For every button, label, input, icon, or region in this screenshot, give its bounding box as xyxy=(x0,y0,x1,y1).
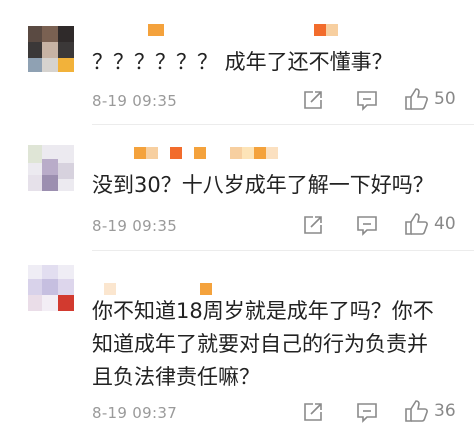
like-button[interactable]: 50 xyxy=(404,87,456,111)
comment-text: 你不知道18周岁就是成年了吗？你不 知道成年了就要对自己的行为负责并 且负法律责… xyxy=(92,295,434,394)
avatar[interactable] xyxy=(28,265,74,311)
timestamp: 8-19 09:35 xyxy=(92,92,178,110)
share-box-arrow-icon xyxy=(304,91,322,109)
like-button[interactable]: 40 xyxy=(404,212,456,236)
comment-text-line: 没到30？十八岁成年了解一下好吗？ xyxy=(92,173,434,197)
comment-text-line: 且负法律责任嘛？ xyxy=(92,365,260,389)
repost-button[interactable] xyxy=(302,89,324,111)
comment-item: ？？？？？？ 成年了还不懂事？ 8-19 09:35 50 xyxy=(0,0,474,124)
like-count: 36 xyxy=(434,401,456,421)
username-pixelated[interactable] xyxy=(104,283,224,295)
share-box-arrow-icon xyxy=(304,403,322,421)
speech-bubble-icon xyxy=(357,216,377,236)
repost-button[interactable] xyxy=(302,401,324,423)
comment-text-line: ？？？？？？ 成年了还不懂事？ xyxy=(92,50,393,74)
speech-bubble-icon xyxy=(357,403,377,423)
comment-text-line: 知道成年了就要对自己的行为负责并 xyxy=(92,332,428,356)
thumbs-up-icon xyxy=(405,400,428,422)
comment-text: 没到30？十八岁成年了解一下好吗？ xyxy=(92,169,434,202)
thumbs-up-icon xyxy=(405,88,428,110)
comment-button[interactable] xyxy=(355,214,379,236)
comment-button[interactable] xyxy=(355,89,379,111)
username-pixelated[interactable] xyxy=(134,147,414,159)
speech-bubble-icon xyxy=(357,91,377,111)
like-button[interactable]: 36 xyxy=(404,399,456,423)
timestamp: 8-19 09:35 xyxy=(92,217,178,235)
comment-button[interactable] xyxy=(355,401,379,423)
thumbs-up-icon xyxy=(405,213,428,235)
like-count: 40 xyxy=(434,214,456,234)
share-box-arrow-icon xyxy=(304,216,322,234)
repost-button[interactable] xyxy=(302,214,324,236)
timestamp: 8-19 09:37 xyxy=(92,404,178,422)
like-count: 50 xyxy=(434,89,456,109)
username-pixelated[interactable] xyxy=(148,24,438,36)
comment-item: 你不知道18周岁就是成年了吗？你不 知道成年了就要对自己的行为负责并 且负法律责… xyxy=(0,251,474,431)
comment-text-line: 你不知道18周岁就是成年了吗？你不 xyxy=(92,299,434,323)
avatar[interactable] xyxy=(28,26,74,72)
avatar[interactable] xyxy=(28,145,74,191)
comment-item: 没到30？十八岁成年了解一下好吗？ 8-19 09:35 40 xyxy=(0,125,474,250)
comment-text: ？？？？？？ 成年了还不懂事？ xyxy=(92,46,393,79)
